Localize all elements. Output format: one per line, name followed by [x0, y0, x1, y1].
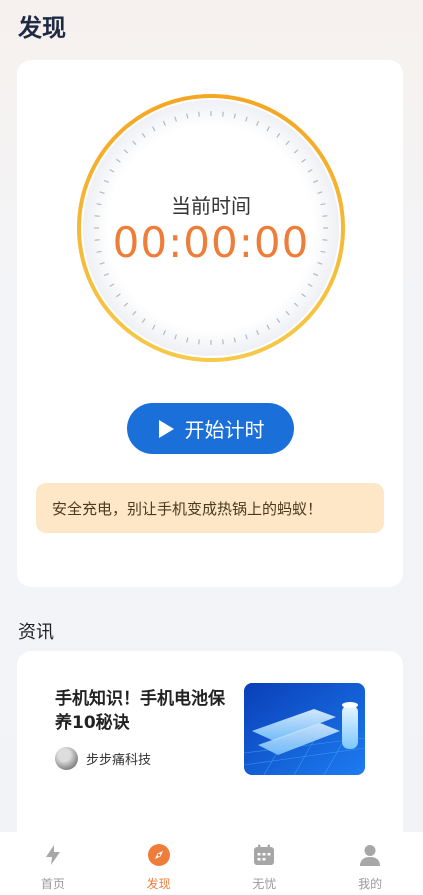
news-title[interactable]: 手机知识！手机电池保养10秘诀 — [55, 687, 240, 735]
nav-label-mine: 我的 — [358, 877, 383, 891]
dial-tick — [198, 339, 200, 345]
battery-image — [244, 683, 365, 775]
news-source-name: 步步痛科技 — [86, 753, 152, 768]
dial-tick — [198, 111, 200, 117]
avatar — [55, 747, 78, 770]
start-timer-label: 开始计时 — [184, 418, 265, 442]
dial-tick — [222, 339, 224, 345]
nav-label-worry-free: 无忧 — [252, 877, 277, 891]
nav-item-mine[interactable]: 我的 — [317, 832, 423, 895]
nav-item-home[interactable]: 首页 — [0, 832, 106, 895]
timer-display: 00:00:00 — [112, 218, 310, 267]
play-icon — [158, 419, 174, 438]
dial-tick — [222, 111, 224, 117]
news-section-title: 资讯 — [18, 622, 54, 643]
clock-dial: 当前时间 00:00:00 — [75, 92, 347, 364]
timer-card: 当前时间 00:00:00 开始计时 安全充电，别让手机变成热锅上的蚂蚁！ — [17, 60, 403, 587]
user-icon — [360, 845, 381, 866]
charging-tip: 安全充电，别让手机变成热锅上的蚂蚁！ — [36, 483, 384, 533]
news-card[interactable]: 手机知识！手机电池保养10秘诀 步步痛科技 — [17, 651, 403, 851]
compass-icon — [147, 844, 170, 866]
nav-item-discover[interactable]: 发现 — [106, 832, 212, 895]
start-timer-button[interactable]: 开始计时 — [127, 403, 294, 454]
news-source: 步步痛科技 — [55, 747, 151, 770]
bottom-nav: 首页 发现 无忧 我的 — [0, 832, 423, 895]
nav-item-worry-free[interactable]: 无忧 — [212, 832, 318, 895]
current-time-label: 当前时间 — [171, 194, 251, 218]
charging-tip-text: 安全充电，别让手机变成热锅上的蚂蚁！ — [52, 499, 323, 518]
lightning-icon — [45, 845, 60, 865]
nav-label-discover: 发现 — [146, 877, 171, 891]
page-title: 发现 — [18, 14, 66, 42]
nav-label-home: 首页 — [40, 877, 65, 891]
calendar-icon — [254, 844, 275, 865]
news-thumbnail[interactable] — [244, 683, 365, 775]
